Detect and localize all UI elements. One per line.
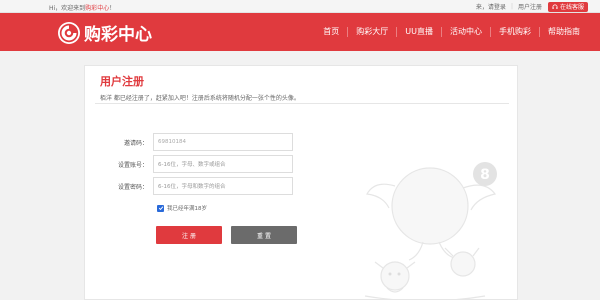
check-icon — [158, 206, 163, 211]
svg-text:8: 8 — [480, 167, 490, 183]
divider — [95, 103, 509, 104]
logo-text: 购彩中心 — [84, 25, 152, 45]
top-bar-links: 来，请登录 | 用户注册 在线客服 — [476, 1, 588, 12]
top-bar: Hi，欢迎来到购彩中心！ 来，请登录 | 用户注册 在线客服 — [0, 0, 600, 13]
account-row: 设置账号： 6-16位，字母、数字或组合 — [85, 155, 293, 173]
online-service-button[interactable]: 在线客服 — [547, 1, 588, 12]
nav-item-activities[interactable]: 活动中心 — [441, 27, 490, 37]
online-service-label: 在线客服 — [559, 4, 584, 11]
main-nav: 首页 购彩大厅 UU直播 活动中心 手机购彩 帮助指南 — [315, 13, 588, 51]
password-row: 设置密码： 6-16位，字母和数字的组合 — [85, 177, 293, 195]
password-label: 设置密码： — [117, 183, 148, 191]
welcome-text: Hi，欢迎来到购彩中心！ — [49, 3, 115, 12]
nav-item-uu-live[interactable]: UU直播 — [396, 27, 441, 37]
swirl-logo-icon — [58, 21, 80, 44]
age-agree: 我已经年满18岁 — [157, 204, 207, 212]
register-button[interactable]: 注 册 — [156, 226, 222, 244]
page-title: 用户注册 — [100, 75, 144, 88]
invite-code-value: 69810184 — [158, 139, 186, 145]
headset-icon — [552, 4, 558, 9]
nav-item-lottery-hall[interactable]: 购彩大厅 — [347, 27, 396, 37]
nav-item-help[interactable]: 帮助指南 — [539, 27, 588, 37]
password-input[interactable]: 6-16位，字母和数字的组合 — [153, 177, 293, 195]
invite-label: 邀请码： — [123, 139, 148, 147]
header: 购彩中心 首页 购彩大厅 UU直播 活动中心 手机购彩 帮助指南 — [0, 13, 600, 51]
invite-row: 邀请码： 69810184 — [85, 133, 293, 151]
invite-code-field[interactable]: 69810184 — [153, 133, 293, 151]
nav-item-home[interactable]: 首页 — [315, 27, 347, 37]
nav-item-mobile[interactable]: 手机购彩 — [490, 27, 539, 37]
age-checkbox[interactable] — [157, 204, 164, 212]
site-logo[interactable]: 购彩中心 — [57, 20, 152, 45]
password-placeholder: 6-16位，字母和数字的组合 — [158, 184, 226, 190]
lottery-ball-mascot-icon: 8 — [364, 162, 497, 300]
reset-button[interactable]: 重 置 — [231, 226, 297, 244]
welcome-suffix: ！ — [109, 5, 116, 12]
welcome-brand-link[interactable]: 购彩中心 — [85, 5, 109, 12]
login-link[interactable]: 来，请登录 — [476, 2, 506, 11]
welcome-prefix: Hi，欢迎来到 — [49, 5, 86, 12]
divider: | — [510, 3, 513, 10]
account-input[interactable]: 6-16位，字母、数字或组合 — [153, 155, 293, 173]
account-label: 设置账号： — [117, 161, 148, 169]
account-placeholder: 6-16位，字母、数字或组合 — [158, 162, 226, 168]
register-link[interactable]: 用户注册 — [518, 2, 542, 11]
age-agree-label: 我已经年满18岁 — [167, 206, 207, 212]
register-card: 用户注册 栢洋 都已经注册了，赶紧加入吧！注册后系统将随机分配一张个性的头像。 … — [84, 65, 518, 300]
page-subtitle: 栢洋 都已经注册了，赶紧加入吧！注册后系统将随机分配一张个性的头像。 — [100, 95, 300, 102]
